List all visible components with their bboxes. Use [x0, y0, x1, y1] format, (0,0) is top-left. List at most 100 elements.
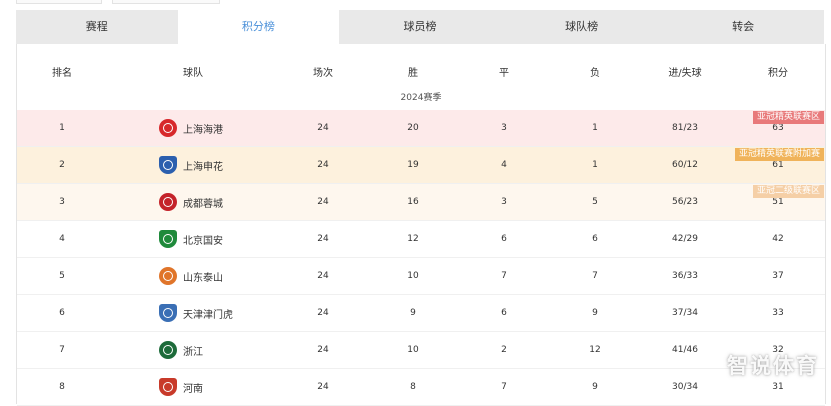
loss-cell: 1	[592, 123, 598, 133]
header-loss: 负	[590, 68, 600, 79]
played-cell: 24	[317, 160, 329, 170]
team-name[interactable]: 浙江	[183, 343, 203, 358]
team-cell[interactable]: 山东泰山	[159, 258, 223, 294]
table-row[interactable]: 4 北京国安 24 12 6 6 42/29 42	[17, 221, 825, 258]
shanghai-shenhua-logo-icon	[159, 156, 177, 174]
rank-cell: 5	[59, 271, 65, 281]
tianjin-jinmen-tiger-logo-icon	[159, 304, 177, 322]
goals-cell: 60/12	[672, 160, 698, 170]
draw-cell: 3	[501, 123, 507, 133]
team-name[interactable]: 北京国安	[183, 232, 223, 247]
goals-cell: 36/33	[672, 271, 698, 281]
loss-cell: 1	[592, 160, 598, 170]
loss-cell: 9	[592, 308, 598, 318]
table-row[interactable]: 6 天津津门虎 24 9 6 9 37/34 33	[17, 295, 825, 332]
win-cell: 16	[407, 197, 419, 207]
table-row[interactable]: 3 成都蓉城 24 16 3 5 56/23 51 亚冠二级联赛区	[17, 184, 825, 221]
tab-player-rankings[interactable]: 球员榜	[339, 10, 501, 44]
win-cell: 9	[410, 308, 416, 318]
tab-transfers[interactable]: 转会	[662, 10, 824, 44]
chengdu-rongcheng-logo-icon	[159, 193, 177, 211]
team-name[interactable]: 河南	[183, 380, 203, 395]
header-rank: 排名	[52, 68, 72, 79]
header-team: 球队	[183, 68, 203, 79]
win-cell: 12	[407, 234, 419, 244]
standings-table: 排名 球队 场次 胜 平 负 进/失球 积分 2024赛季 1 上海海港 24 20 3…	[16, 44, 826, 406]
tab-bar: 赛程 积分榜 球员榜 球队榜 转会	[16, 10, 824, 44]
team-cell[interactable]: 浙江	[159, 332, 203, 368]
header-points: 积分	[768, 68, 788, 79]
team-cell[interactable]: 上海海港	[159, 110, 223, 146]
played-cell: 24	[317, 345, 329, 355]
played-cell: 24	[317, 271, 329, 281]
goals-cell: 81/23	[672, 123, 698, 133]
tab-team-rankings[interactable]: 球队榜	[500, 10, 663, 44]
team-name[interactable]: 成都蓉城	[183, 195, 223, 210]
goals-cell: 42/29	[672, 234, 698, 244]
table-row[interactable]: 2 上海申花 24 19 4 1 60/12 61 亚冠精英联赛附加赛	[17, 147, 825, 184]
loss-cell: 5	[592, 197, 598, 207]
rank-cell: 3	[59, 197, 65, 207]
tab-standings[interactable]: 积分榜	[177, 10, 340, 44]
goals-cell: 56/23	[672, 197, 698, 207]
points-cell: 37	[772, 271, 784, 281]
zone-badge: 亚冠精英联赛附加赛	[734, 148, 824, 161]
team-name[interactable]: 上海海港	[183, 121, 223, 136]
rank-cell: 1	[59, 123, 65, 133]
loss-cell: 12	[589, 345, 601, 355]
rank-cell: 4	[59, 234, 65, 244]
table-row[interactable]: 7 浙江 24 10 2 12 41/46 32	[17, 332, 825, 369]
draw-cell: 4	[501, 160, 507, 170]
points-cell: 42	[772, 234, 784, 244]
shandong-taishan-logo-icon	[159, 267, 177, 285]
header-goals: 进/失球	[668, 68, 702, 79]
table-row[interactable]: 5 山东泰山 24 10 7 7 36/33 37	[17, 258, 825, 295]
header-played: 场次	[313, 68, 333, 79]
draw-cell: 7	[501, 271, 507, 281]
rank-cell: 6	[59, 308, 65, 318]
rank-cell: 7	[59, 345, 65, 355]
previous-control-edge	[16, 0, 102, 4]
win-cell: 10	[407, 345, 419, 355]
draw-cell: 6	[501, 308, 507, 318]
zone-badge: 亚冠二级联赛区	[752, 185, 824, 198]
loss-cell: 7	[592, 271, 598, 281]
draw-cell: 3	[501, 197, 507, 207]
played-cell: 24	[317, 234, 329, 244]
tab-schedule[interactable]: 赛程	[16, 10, 178, 44]
draw-cell: 6	[501, 234, 507, 244]
team-name[interactable]: 山东泰山	[183, 269, 223, 284]
played-cell: 24	[317, 308, 329, 318]
team-name[interactable]: 上海申花	[183, 158, 223, 173]
win-cell: 19	[407, 160, 419, 170]
rank-cell: 2	[59, 160, 65, 170]
henan-logo-icon	[159, 378, 177, 396]
shanghai-port-logo-icon	[159, 119, 177, 137]
zhejiang-logo-icon	[159, 341, 177, 359]
team-cell[interactable]: 上海申花	[159, 147, 223, 183]
team-cell[interactable]: 天津津门虎	[159, 295, 233, 331]
win-cell: 10	[407, 271, 419, 281]
zone-badge: 亚冠精英联赛区	[752, 111, 824, 124]
points-cell: 33	[772, 308, 784, 318]
watermark: 智说体育	[727, 354, 819, 378]
table-row[interactable]: 8 河南 24 8 7 9 30/34 31	[17, 369, 825, 406]
played-cell: 24	[317, 123, 329, 133]
goals-cell: 37/34	[672, 308, 698, 318]
table-body: 1 上海海港 24 20 3 1 81/23 63 亚冠精英联赛区 2 上海申花 24 19 4 1 60/1…	[17, 110, 825, 406]
played-cell: 24	[317, 197, 329, 207]
team-cell[interactable]: 北京国安	[159, 221, 223, 257]
beijing-guoan-logo-icon	[159, 230, 177, 248]
draw-cell: 2	[501, 345, 507, 355]
goals-cell: 41/46	[672, 345, 698, 355]
team-name[interactable]: 天津津门虎	[183, 306, 233, 321]
win-cell: 20	[407, 123, 419, 133]
previous-control-edge	[112, 0, 220, 4]
header-win: 胜	[408, 68, 418, 79]
season-label: 2024赛季	[400, 93, 442, 103]
header-draw: 平	[499, 68, 509, 79]
team-cell[interactable]: 成都蓉城	[159, 184, 223, 220]
loss-cell: 6	[592, 234, 598, 244]
table-row[interactable]: 1 上海海港 24 20 3 1 81/23 63 亚冠精英联赛区	[17, 110, 825, 147]
top-strip	[0, 0, 831, 4]
